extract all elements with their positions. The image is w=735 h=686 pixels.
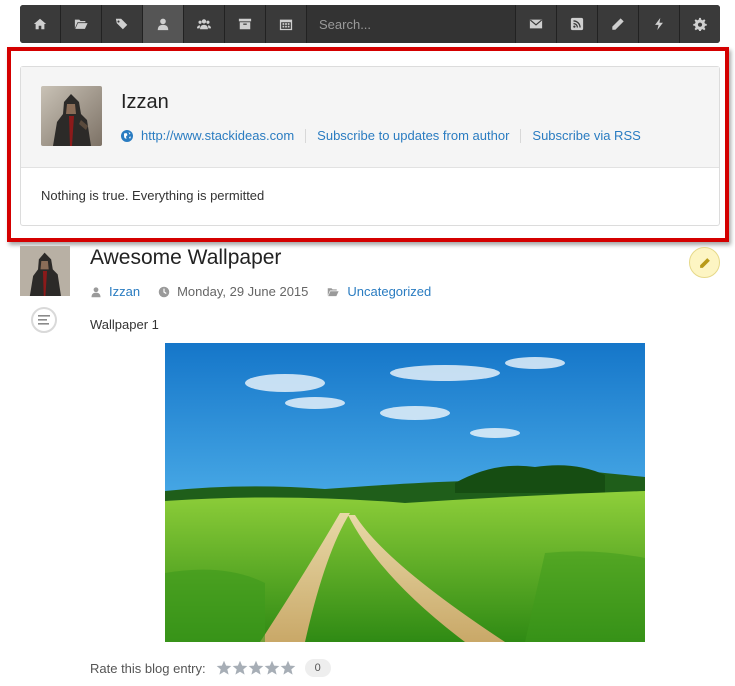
post-date-meta: Monday, 29 June 2015	[158, 284, 308, 299]
envelope-icon	[529, 19, 543, 29]
write-button[interactable]	[597, 5, 638, 43]
folder-icon	[328, 287, 340, 296]
author-header: Izzan http://www.stackideas.com Subscrib…	[21, 67, 719, 168]
globe-icon	[121, 129, 133, 142]
user-icon	[157, 18, 169, 31]
rating-label: Rate this blog entry:	[90, 660, 206, 676]
subscribe-author-link[interactable]: Subscribe to updates from author	[317, 128, 509, 143]
teams-button[interactable]	[184, 5, 225, 43]
gear-icon	[693, 17, 707, 31]
rss-icon	[570, 17, 584, 31]
author-links: http://www.stackideas.com Subscribe to u…	[121, 128, 641, 143]
pencil-icon	[612, 18, 624, 30]
post-author-link[interactable]: Izzan	[109, 284, 140, 299]
calendar-button[interactable]	[266, 5, 307, 43]
bloggers-button[interactable]	[143, 5, 184, 43]
post-meta: Izzan Monday, 29 June 2015 Uncategorized	[90, 284, 449, 299]
pencil-icon	[699, 257, 710, 268]
post-category-link[interactable]: Uncategorized	[347, 284, 431, 299]
search-input[interactable]	[319, 16, 499, 32]
rating-count-badge: 0	[304, 659, 331, 677]
divider	[520, 128, 522, 143]
folder-icon	[74, 19, 88, 29]
tags-button[interactable]	[102, 5, 143, 43]
post-date: Monday, 29 June 2015	[177, 284, 309, 299]
divider	[305, 128, 307, 143]
rss-button[interactable]	[556, 5, 597, 43]
star-icon[interactable]	[264, 660, 280, 676]
star-icon[interactable]	[232, 660, 248, 676]
users-icon	[197, 19, 211, 30]
author-bio: Nothing is true. Everything is permitted	[41, 188, 265, 203]
post-author-meta: Izzan	[90, 284, 140, 299]
post-category-meta: Uncategorized	[326, 284, 431, 299]
archive-button[interactable]	[225, 5, 266, 43]
search-box	[307, 5, 515, 43]
edit-post-button[interactable]	[689, 247, 720, 278]
top-toolbar	[20, 5, 720, 43]
categories-button[interactable]	[61, 5, 102, 43]
calendar-icon	[279, 19, 293, 31]
rating-stars[interactable]	[216, 660, 296, 676]
author-avatar[interactable]	[41, 86, 102, 146]
post-type-standard-icon	[31, 307, 57, 333]
toolbar-right-group	[515, 5, 720, 43]
subscribe-email-button[interactable]	[515, 5, 556, 43]
star-icon[interactable]	[280, 660, 296, 676]
settings-button[interactable]	[679, 5, 720, 43]
clock-icon	[158, 286, 170, 297]
post-image-landscape[interactable]	[165, 343, 645, 642]
bolt-icon	[655, 17, 663, 31]
rating-section: Rate this blog entry: 0	[90, 659, 331, 677]
star-icon[interactable]	[216, 660, 232, 676]
post-author-avatar[interactable]	[20, 246, 70, 296]
post-title[interactable]: Awesome Wallpaper	[90, 246, 281, 270]
quick-post-button[interactable]	[638, 5, 679, 43]
home-icon	[33, 18, 47, 30]
home-button[interactable]	[20, 5, 61, 43]
author-name[interactable]: Izzan	[121, 91, 169, 114]
subscribe-rss-link[interactable]: Subscribe via RSS	[532, 128, 640, 143]
star-icon[interactable]	[248, 660, 264, 676]
author-website-link[interactable]: http://www.stackideas.com	[141, 128, 294, 143]
tags-icon	[115, 18, 128, 30]
post-intro-text: Wallpaper 1	[90, 317, 159, 332]
user-icon	[91, 286, 101, 297]
author-card: Izzan http://www.stackideas.com Subscrib…	[20, 66, 720, 226]
archive-icon	[238, 18, 252, 30]
